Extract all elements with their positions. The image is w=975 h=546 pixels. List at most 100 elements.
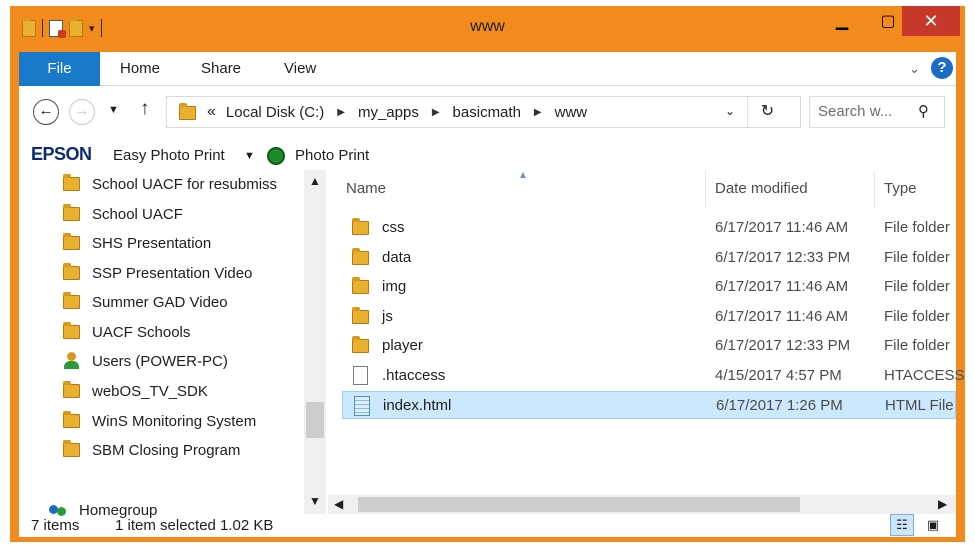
- nav-item-label: School UACF for resubmiss: [92, 175, 278, 193]
- address-history-dropdown-icon[interactable]: ⌄: [725, 104, 735, 118]
- title-bar: ▾ www ▁ ▢ ✕: [10, 6, 965, 50]
- file-row-selected[interactable]: index.html 6/17/2017 1:26 PM HTML File: [342, 391, 956, 419]
- column-header-name[interactable]: Name: [346, 180, 386, 197]
- nav-pane-scrollbar[interactable]: ▲ ▼: [304, 170, 326, 514]
- close-button[interactable]: ✕: [902, 6, 960, 36]
- nav-item[interactable]: UACF Schools: [63, 318, 190, 346]
- scrollbar-thumb[interactable]: [306, 402, 324, 438]
- minimize-button[interactable]: ▁: [819, 6, 865, 36]
- breadcrumb-item-local-disk[interactable]: Local Disk (C:): [226, 104, 324, 121]
- recent-locations-icon[interactable]: ▼: [108, 104, 119, 116]
- large-icons-view-icon[interactable]: ▣: [921, 514, 945, 536]
- window-client: File Home Share View ⌄ ? ← → ▼ ↑ « Local…: [19, 52, 965, 537]
- folder-icon: [352, 218, 369, 235]
- file-name: css: [382, 219, 405, 236]
- details-view-icon[interactable]: ☷: [890, 514, 914, 536]
- file-name: data: [382, 249, 412, 266]
- forward-button[interactable]: →: [69, 99, 95, 125]
- epson-toolbar: EPSON Easy Photo Print ▼ Photo Print: [19, 139, 956, 169]
- scroll-down-icon[interactable]: ▼: [309, 494, 321, 508]
- photo-print-icon[interactable]: [267, 147, 285, 165]
- folder-icon: [352, 336, 369, 353]
- file-type: File folder: [884, 308, 950, 325]
- chevron-right-icon[interactable]: ▶: [432, 107, 440, 118]
- file-date: 6/17/2017 11:46 AM: [715, 219, 849, 236]
- photo-print-button[interactable]: Photo Print: [295, 147, 369, 164]
- column-divider[interactable]: [874, 170, 875, 207]
- column-divider[interactable]: [705, 170, 706, 207]
- nav-item[interactable]: SBM Closing Program: [63, 436, 240, 464]
- folder-icon: [352, 307, 369, 324]
- back-button[interactable]: ←: [33, 99, 59, 125]
- ribbon-tabs: File Home Share View ⌄ ?: [19, 52, 956, 86]
- file-row[interactable]: css 6/17/2017 11:46 AM File folder: [342, 214, 956, 242]
- up-button[interactable]: ↑: [140, 98, 150, 120]
- search-box[interactable]: ⚲: [809, 96, 945, 128]
- column-headers: ▲ Name Date modified Type: [328, 170, 956, 207]
- file-row[interactable]: js 6/17/2017 11:46 AM File folder: [342, 303, 956, 331]
- expand-ribbon-icon[interactable]: ⌄: [909, 61, 920, 77]
- file-type: HTACCESS: [884, 367, 965, 384]
- breadcrumb-item-www[interactable]: www: [555, 104, 588, 121]
- refresh-icon[interactable]: ↻: [747, 97, 787, 127]
- selection-info: 1 item selected 1.02 KB: [115, 517, 274, 534]
- tab-view[interactable]: View: [284, 52, 316, 86]
- help-icon[interactable]: ?: [931, 57, 953, 79]
- explorer-window: ▾ www ▁ ▢ ✕ File Home Share View ⌄ ? ← →…: [10, 6, 965, 542]
- file-date: 6/17/2017 1:26 PM: [716, 397, 843, 414]
- navigation-pane: School UACF for resubmiss School UACF SH…: [19, 170, 328, 519]
- nav-item-label: Summer GAD Video: [92, 293, 228, 311]
- folder-icon: [63, 204, 80, 221]
- nav-item-label: webOS_TV_SDK: [92, 382, 208, 400]
- file-name: index.html: [383, 397, 452, 414]
- nav-item[interactable]: WinS Monitoring System: [63, 407, 256, 435]
- scroll-left-icon[interactable]: ◀: [334, 497, 343, 511]
- nav-item[interactable]: webOS_TV_SDK: [63, 377, 208, 405]
- epson-logo: EPSON: [31, 144, 92, 164]
- folder-icon: [352, 277, 369, 294]
- file-name: img: [382, 278, 407, 295]
- file-name: player: [382, 337, 423, 354]
- breadcrumb: « Local Disk (C:) ▶ my_apps ▶ basicmath …: [207, 103, 587, 121]
- nav-item[interactable]: Users (POWER-PC): [63, 347, 228, 375]
- breadcrumb-overflow[interactable]: «: [207, 103, 216, 121]
- nav-item[interactable]: SSP Presentation Video: [63, 259, 252, 287]
- chevron-right-icon[interactable]: ▶: [337, 107, 345, 118]
- nav-item-label: Users (POWER-PC): [92, 352, 228, 370]
- file-date: 6/17/2017 12:33 PM: [715, 249, 851, 266]
- search-icon[interactable]: ⚲: [918, 102, 929, 120]
- address-bar[interactable]: « Local Disk (C:) ▶ my_apps ▶ basicmath …: [166, 96, 801, 128]
- file-row[interactable]: player 6/17/2017 12:33 PM File folder: [342, 332, 956, 360]
- file-date: 6/17/2017 12:33 PM: [715, 337, 851, 354]
- sort-ascending-icon: ▲: [518, 170, 528, 181]
- easy-photo-print-button[interactable]: Easy Photo Print: [113, 147, 225, 164]
- file-date: 6/17/2017 11:46 AM: [715, 308, 849, 325]
- breadcrumb-item-my-apps[interactable]: my_apps: [358, 104, 419, 121]
- nav-item[interactable]: Summer GAD Video: [63, 288, 228, 316]
- tab-home[interactable]: Home: [120, 52, 160, 86]
- file-row[interactable]: img 6/17/2017 11:46 AM File folder: [342, 273, 956, 301]
- html-file-icon: [354, 396, 370, 416]
- network-user-icon: [63, 352, 80, 370]
- file-row[interactable]: .htaccess 4/15/2017 4:57 PM HTACCESS: [342, 362, 965, 390]
- file-type: File folder: [884, 219, 950, 236]
- scroll-up-icon[interactable]: ▲: [309, 174, 321, 188]
- navigation-row: ← → ▼ ↑ « Local Disk (C:) ▶ my_apps ▶ ba…: [19, 87, 956, 137]
- file-row[interactable]: data 6/17/2017 12:33 PM File folder: [342, 244, 956, 272]
- caret-down-icon[interactable]: ▼: [244, 150, 255, 162]
- column-header-type[interactable]: Type: [884, 180, 917, 197]
- chevron-right-icon[interactable]: ▶: [534, 107, 542, 118]
- folder-icon: [63, 322, 80, 339]
- folder-icon: [63, 233, 80, 250]
- tab-file[interactable]: File: [19, 52, 100, 86]
- search-input[interactable]: [818, 103, 916, 120]
- column-header-date[interactable]: Date modified: [715, 180, 808, 197]
- tab-share[interactable]: Share: [201, 52, 241, 86]
- nav-item[interactable]: SHS Presentation: [63, 229, 211, 257]
- file-list-horizontal-scrollbar[interactable]: ◀ ▶: [328, 495, 956, 514]
- nav-item[interactable]: School UACF for resubmiss: [63, 170, 277, 198]
- scroll-right-icon[interactable]: ▶: [938, 497, 947, 511]
- nav-item[interactable]: School UACF: [63, 200, 183, 228]
- breadcrumb-item-basicmath[interactable]: basicmath: [453, 104, 521, 121]
- scrollbar-thumb[interactable]: [358, 497, 800, 512]
